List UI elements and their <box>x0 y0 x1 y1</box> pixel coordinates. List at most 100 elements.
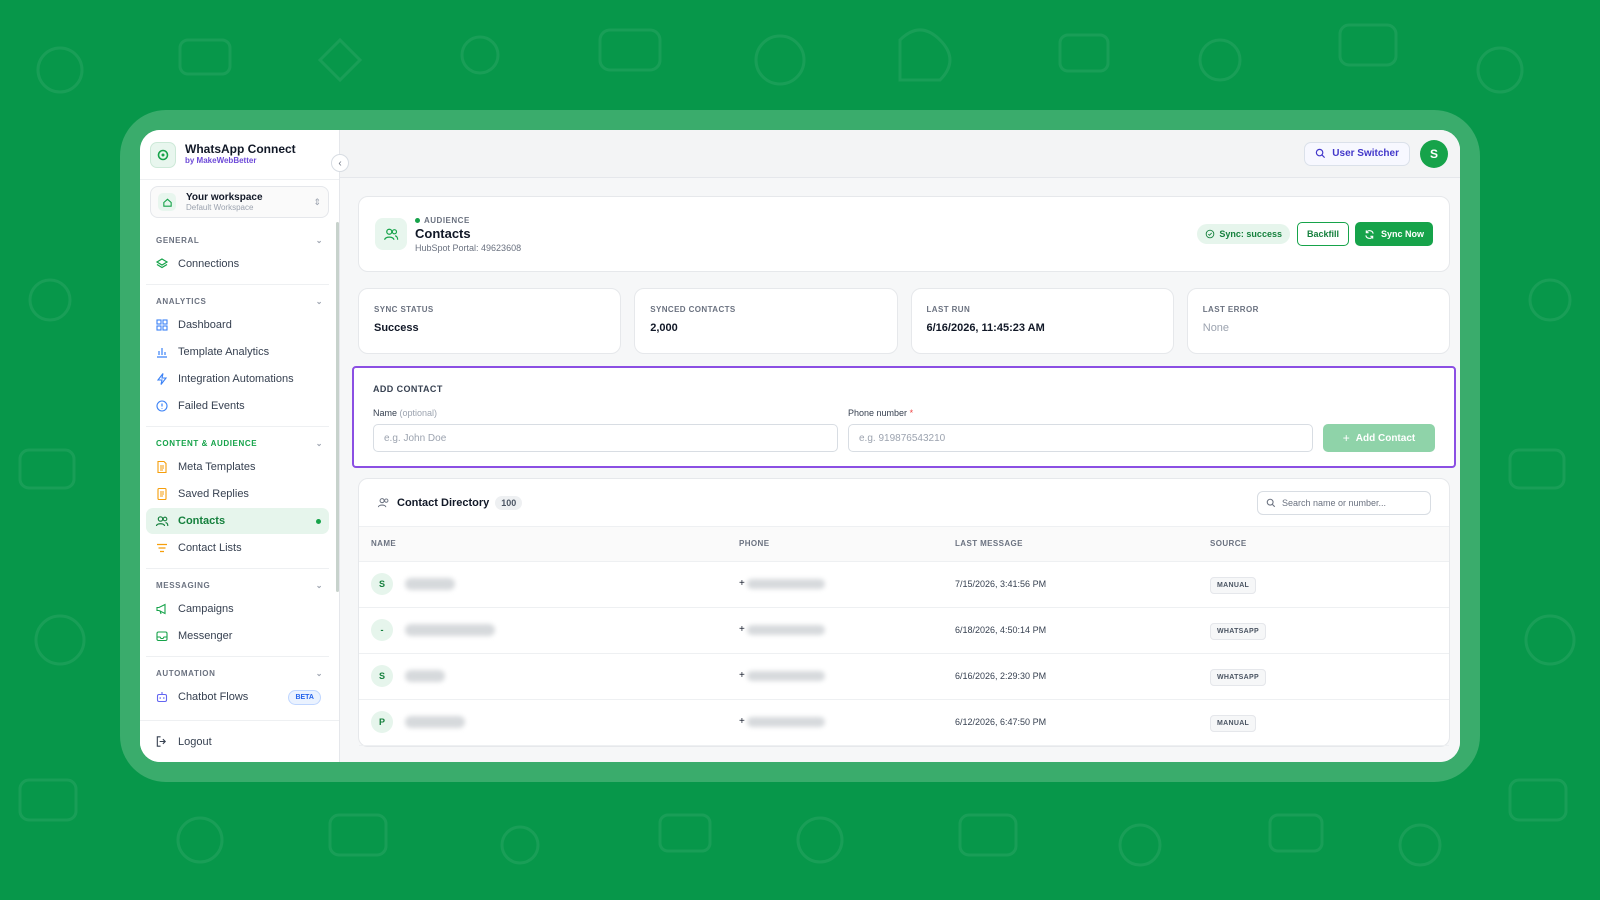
workspace-selector[interactable]: Your workspace Default Workspace ⇕ <box>150 186 329 218</box>
sync-status-label: Sync: success <box>1219 229 1282 239</box>
cell-source: MANUAL <box>1198 561 1449 608</box>
cell-last-message: 6/18/2026, 4:50:14 PM <box>943 607 1198 654</box>
collapse-sidebar-button[interactable]: ‹ <box>331 154 349 172</box>
table-row[interactable]: S + 6/16/2026, 2:29:30 PM WHATSAPP <box>359 653 1449 700</box>
cell-phone: + <box>727 561 943 608</box>
sidebar-item-label: Messenger <box>178 630 233 642</box>
directory-search[interactable] <box>1257 490 1431 515</box>
name-label: Name (optional) <box>373 408 838 418</box>
sidebar-item-label: Template Analytics <box>178 346 270 358</box>
header-actions: Sync: success Backfill Sync Now <box>1197 222 1433 246</box>
contacts-table: NAME PHONE LAST MESSAGE SOURCE S + 7/15/… <box>359 527 1449 746</box>
cell-phone: + <box>727 607 943 654</box>
logout-icon <box>155 735 168 748</box>
main-area: User Switcher S AUDIENCE Contacts HubSpo… <box>340 130 1460 762</box>
phone-prefix: + <box>739 578 745 590</box>
redacted-name <box>405 624 495 636</box>
whatsapp-logo-icon <box>150 141 176 168</box>
sidebar-item-label: Chatbot Flows <box>178 691 249 703</box>
workspace-sub: Default Workspace <box>186 202 254 212</box>
directory-search-input[interactable] <box>1282 497 1422 508</box>
workspace-name: Your workspace <box>186 191 263 203</box>
cell-phone: + <box>727 699 943 746</box>
sidebar-item-meta-templates[interactable]: Meta Templates <box>146 454 329 480</box>
directory-count-badge: 100 <box>495 495 523 510</box>
sidebar-item-campaigns[interactable]: Campaigns <box>146 596 329 622</box>
sidebar-item-label: Contacts <box>178 515 226 527</box>
brand: WhatsApp Connect by MakeWebBetter <box>140 130 339 180</box>
column-header-source[interactable]: SOURCE <box>1198 527 1449 562</box>
users-icon <box>377 496 390 509</box>
check-circle-icon <box>1205 229 1215 239</box>
sidebar-item-connections[interactable]: Connections <box>146 251 329 277</box>
sidebar-item-messenger[interactable]: Messenger <box>146 623 329 649</box>
sidebar-item-failed-events[interactable]: Failed Events <box>146 393 329 419</box>
cell-last-message: 6/12/2026, 6:47:50 PM <box>943 699 1198 746</box>
contact-avatar: S <box>371 573 393 595</box>
stat-label: LAST ERROR <box>1202 305 1259 314</box>
sidebar-item-integration-automations[interactable]: Integration Automations <box>146 366 329 392</box>
phone-input[interactable] <box>848 424 1313 452</box>
directory-header: Contact Directory 100 <box>359 479 1449 527</box>
sync-now-button[interactable]: Sync Now <box>1354 222 1433 246</box>
table-row[interactable]: P + 6/12/2026, 6:47:50 PM MANUAL <box>359 699 1449 746</box>
nav-section-automation: AUTOMATION ⌄ Chatbot Flows BETA <box>146 663 329 717</box>
column-header-phone[interactable]: PHONE <box>727 527 943 562</box>
list-filter-icon <box>155 541 169 555</box>
source-badge: WHATSAPP <box>1210 669 1266 686</box>
cell-name: S <box>359 561 727 608</box>
name-input[interactable] <box>373 424 838 452</box>
stats-row: SYNC STATUS Success SYNCED CONTACTS 2,00… <box>358 288 1450 354</box>
chevron-down-icon: ⌄ <box>315 668 323 678</box>
column-header-name[interactable]: NAME <box>359 527 727 562</box>
column-header-last-message[interactable]: LAST MESSAGE <box>943 527 1198 562</box>
phone-field-group: Phone number * <box>848 408 1313 452</box>
sidebar-item-contacts[interactable]: Contacts <box>146 508 329 534</box>
required-marker: * <box>909 408 914 418</box>
phone-label-text: Phone number <box>848 408 908 418</box>
sidebar-item-chatbot-flows[interactable]: Chatbot Flows BETA <box>146 684 329 710</box>
page-subtitle: HubSpot Portal: 49623608 <box>415 242 522 253</box>
add-contact-button[interactable]: + Add Contact <box>1323 424 1435 452</box>
sidebar-scrollbar[interactable] <box>336 222 339 592</box>
stat-value: Success <box>374 322 419 334</box>
table-row[interactable]: - + 6/18/2026, 4:50:14 PM WHATSAPP <box>359 607 1449 654</box>
logout-button[interactable]: Logout <box>140 720 339 762</box>
nav-head-messaging[interactable]: MESSAGING ⌄ <box>146 575 329 595</box>
table-row[interactable]: S + 7/15/2026, 3:41:56 PM MANUAL <box>359 561 1449 608</box>
refresh-icon <box>1364 229 1375 240</box>
sidebar-item-template-analytics[interactable]: Template Analytics <box>146 339 329 365</box>
nav-head-automation[interactable]: AUTOMATION ⌄ <box>146 663 329 683</box>
chevron-down-icon: ⌄ <box>315 438 323 448</box>
add-contact-form: ADD CONTACT Name (optional) Phone number… <box>352 366 1456 468</box>
user-switcher-label: User Switcher <box>1332 148 1399 159</box>
layers-icon <box>155 257 169 271</box>
avatar[interactable]: S <box>1420 139 1448 168</box>
sidebar-item-contact-lists[interactable]: Contact Lists <box>146 535 329 561</box>
stat-last-run: LAST RUN 6/16/2026, 11:45:23 AM <box>910 288 1174 354</box>
nav-head-content-audience[interactable]: CONTENT & AUDIENCE ⌄ <box>146 433 329 453</box>
name-field-group: Name (optional) <box>373 408 838 452</box>
cell-source: WHATSAPP <box>1198 607 1449 654</box>
user-switcher-button[interactable]: User Switcher <box>1304 141 1410 166</box>
search-icon <box>1266 498 1276 508</box>
chevron-down-icon: ⌄ <box>315 296 323 306</box>
sidebar-item-dashboard[interactable]: Dashboard <box>146 312 329 338</box>
chevron-updown-icon: ⇕ <box>313 196 321 207</box>
page-title: Contacts <box>415 225 471 241</box>
chevron-down-icon: ⌄ <box>315 580 323 590</box>
add-contact-label: Add Contact <box>1355 432 1416 444</box>
sidebar-item-saved-replies[interactable]: Saved Replies <box>146 481 329 507</box>
beta-badge: BETA <box>288 689 321 705</box>
nav-head-analytics[interactable]: ANALYTICS ⌄ <box>146 291 329 311</box>
users-icon <box>375 218 407 250</box>
stat-last-error: LAST ERROR None <box>1186 288 1450 354</box>
cell-last-message: 7/15/2026, 3:41:56 PM <box>943 561 1198 608</box>
backfill-button[interactable]: Backfill <box>1296 222 1349 246</box>
table-header-row: NAME PHONE LAST MESSAGE SOURCE <box>359 527 1449 562</box>
sidebar-item-label: Meta Templates <box>178 461 256 473</box>
source-badge: MANUAL <box>1210 715 1257 732</box>
bolt-icon <box>155 372 169 386</box>
contact-avatar: P <box>371 711 393 733</box>
nav-head-general[interactable]: GENERAL ⌄ <box>146 230 329 250</box>
